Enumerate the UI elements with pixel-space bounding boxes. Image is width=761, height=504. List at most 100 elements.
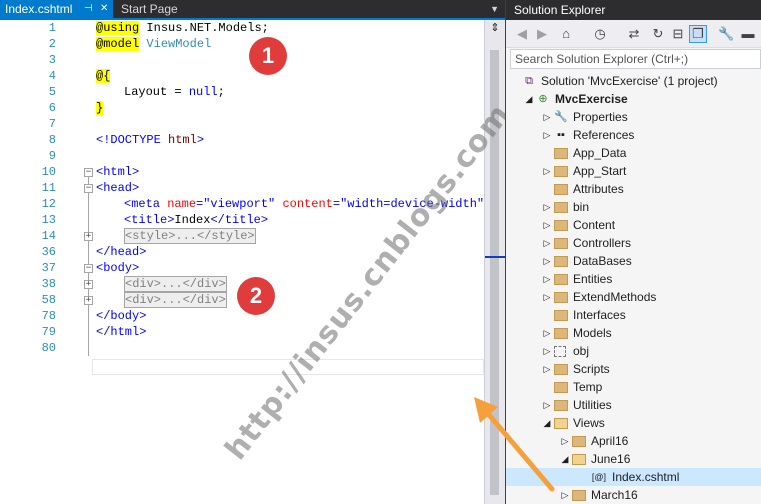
collapse-outline-icon[interactable]: − — [84, 168, 93, 177]
properties-icon[interactable]: 🔧 — [718, 26, 734, 42]
collapsed-region[interactable]: <style>...</style> — [124, 228, 256, 244]
tree-item[interactable]: ▷ Content — [506, 216, 761, 234]
code-line[interactable]: 4 @{ — [0, 68, 484, 84]
expand-arrow-icon[interactable]: ▷ — [542, 324, 552, 342]
code-editor[interactable]: Index.cshtml ⊣ ✕ Start Page ▼ 1 @using In… — [0, 0, 518, 504]
collapsed-region[interactable]: <div>...</div> — [124, 276, 227, 292]
refresh-icon[interactable]: ↻ — [650, 26, 666, 42]
code-token: @model — [96, 37, 140, 51]
pin-icon[interactable]: ▬ — [740, 26, 756, 42]
close-tab-icon[interactable]: ✕ — [100, 0, 108, 18]
line-number: 10 — [41, 165, 56, 179]
tree-item[interactable]: ▷ Models — [506, 324, 761, 342]
tree-item[interactable]: ▷ obj — [506, 342, 761, 360]
tree-item-label: March16 — [591, 488, 638, 502]
code-line[interactable]: 11 − <head> — [0, 180, 484, 196]
expand-arrow-icon[interactable]: ▷ — [542, 234, 552, 252]
code-line[interactable]: 1 @using Insus.NET.Models; — [0, 20, 484, 36]
expand-arrow-icon[interactable]: ▷ — [542, 198, 552, 216]
folder-icon — [554, 148, 568, 159]
expand-arrow-icon[interactable]: ▷ — [542, 288, 552, 306]
forward-icon[interactable]: ▶ — [534, 26, 550, 42]
tree-item[interactable]: ▷ DataBases — [506, 252, 761, 270]
expand-outline-icon[interactable]: + — [84, 232, 93, 241]
collapse-arrow-icon[interactable]: ◢ — [524, 90, 534, 108]
tree-item-label: Index.cshtml — [612, 470, 680, 484]
tree-item[interactable]: Interfaces — [506, 306, 761, 324]
line-number: 5 — [48, 85, 56, 99]
back-icon[interactable]: ◀ — [514, 26, 530, 42]
tree-item[interactable]: ▷ Controllers — [506, 234, 761, 252]
tree-item-label: Content — [573, 218, 616, 232]
expand-arrow-icon[interactable]: ▷ — [542, 252, 552, 270]
code-token: Layout = — [124, 85, 189, 99]
expand-arrow-icon[interactable]: ▷ — [542, 270, 552, 288]
tree-item[interactable]: App_Data — [506, 144, 761, 162]
show-all-files-icon[interactable]: ❐ — [689, 25, 707, 43]
code-text: <!DOCTYPE html> — [96, 132, 204, 148]
expand-outline-icon[interactable]: + — [84, 280, 93, 289]
tree-item[interactable]: ▷ ExtendMethods — [506, 288, 761, 306]
expand-arrow-icon[interactable]: ▷ — [542, 360, 552, 378]
tree-item[interactable]: Temp — [506, 378, 761, 396]
tree-item[interactable]: ▷ App_Start — [506, 162, 761, 180]
expand-arrow-icon[interactable]: ▷ — [542, 126, 552, 144]
expand-arrow-icon[interactable]: ▷ — [560, 432, 570, 450]
collapse-outline-icon[interactable]: − — [84, 184, 93, 193]
expand-arrow-icon[interactable]: ▷ — [542, 162, 552, 180]
collapse-arrow-icon[interactable]: ◢ — [560, 450, 570, 468]
tree-item-label: App_Data — [573, 146, 627, 160]
code-line[interactable]: 10 − <html> — [0, 164, 484, 180]
expand-outline-icon[interactable]: + — [84, 296, 93, 305]
code-line[interactable]: 2 @model ViewModel — [0, 36, 484, 52]
tree-item-label: DataBases — [573, 254, 632, 268]
code-line[interactable]: 8 <!DOCTYPE html> — [0, 132, 484, 148]
line-number: 13 — [41, 213, 56, 227]
tree-item[interactable]: ▷ Entities — [506, 270, 761, 288]
tree-item[interactable]: ⧉ Solution 'MvcExercise' (1 project) — [506, 72, 761, 90]
split-view-icon[interactable]: ⇕ — [488, 21, 502, 35]
code-line[interactable]: 78 </body> — [0, 308, 484, 324]
expand-arrow-icon[interactable]: ▷ — [560, 486, 570, 504]
code-token: </title> — [210, 213, 269, 227]
tree-item-label: June16 — [591, 452, 631, 466]
expand-arrow-icon[interactable]: ▷ — [542, 342, 552, 360]
code-line[interactable]: 79 </html> — [0, 324, 484, 340]
code-line[interactable]: 6} — [0, 100, 484, 116]
code-line[interactable]: 5 Layout = null; — [0, 84, 484, 100]
code-text: </body> — [96, 308, 146, 324]
tree-item[interactable]: ▷ bin — [506, 198, 761, 216]
line-number: 3 — [48, 53, 56, 67]
home-icon[interactable]: ⌂ — [558, 26, 574, 42]
code-text: <title>Index</title> — [124, 212, 268, 228]
code-line[interactable]: 3 — [0, 52, 484, 68]
editor-tab-strip: Index.cshtml ⊣ ✕ Start Page ▼ — [0, 0, 505, 18]
tree-item[interactable]: ▷ Scripts — [506, 360, 761, 378]
tree-item-label: Models — [573, 326, 612, 340]
code-line[interactable]: 7 — [0, 116, 484, 132]
code-line[interactable]: 37 − <body> — [0, 260, 484, 276]
line-number: 11 — [41, 181, 56, 195]
pin-tab-icon[interactable]: ⊣ — [84, 0, 93, 18]
code-text: <style>...</style> — [124, 228, 256, 244]
code-line[interactable]: 80 — [0, 340, 484, 356]
tree-item[interactable]: Attributes — [506, 180, 761, 198]
tree-item[interactable]: ◢ ⊕ MvcExercise — [506, 90, 761, 108]
collapse-outline-icon[interactable]: − — [84, 264, 93, 273]
collapse-all-icon[interactable]: ⊟ — [670, 26, 686, 42]
collapsed-region[interactable]: <div>...</div> — [124, 292, 227, 308]
folder-icon — [572, 436, 586, 447]
code-token: <!DOCTYPE — [96, 133, 169, 147]
code-token: ViewModel — [139, 37, 212, 51]
code-line[interactable]: 9 — [0, 148, 484, 164]
tab-index-cshtml[interactable]: Index.cshtml ⊣ ✕ — [0, 0, 113, 18]
tree-item[interactable]: ▷ 🔧 Properties — [506, 108, 761, 126]
search-input[interactable]: Search Solution Explorer (Ctrl+;) — [510, 49, 761, 69]
tree-item[interactable]: ▷ ▪▪ References — [506, 126, 761, 144]
tab-dropdown-icon[interactable]: ▼ — [490, 0, 499, 18]
tab-start-page[interactable]: Start Page — [116, 0, 246, 18]
expand-arrow-icon[interactable]: ▷ — [542, 216, 552, 234]
sync-icon[interactable]: ⇄ — [626, 26, 642, 42]
expand-arrow-icon[interactable]: ▷ — [542, 108, 552, 126]
history-icon[interactable]: ◷ — [592, 26, 608, 42]
